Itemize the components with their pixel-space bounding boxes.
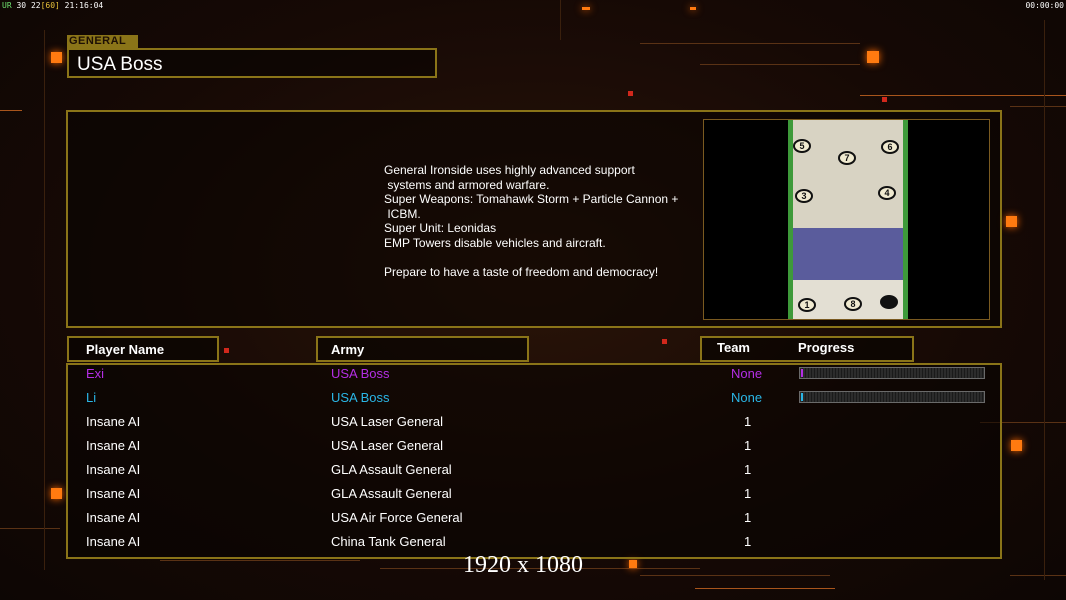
progress-bar <box>799 367 985 379</box>
player-name: Insane AI <box>86 534 141 549</box>
map-preview[interactable]: 5 7 6 3 4 1 8 <box>703 119 990 320</box>
player-army: USA Laser General <box>331 414 444 429</box>
player-team: None <box>731 390 763 405</box>
start-position-8[interactable]: 8 <box>844 297 862 311</box>
frame-value: 22 <box>30 1 41 10</box>
player-team: 1 <box>744 534 752 549</box>
start-position-2[interactable] <box>880 295 898 309</box>
progress-fill <box>801 393 803 401</box>
header-player-name: Player Name <box>86 342 165 357</box>
fps-value: 30 <box>16 1 27 10</box>
player-name: Insane AI <box>86 486 141 501</box>
start-position-6[interactable]: 6 <box>881 140 899 154</box>
player-name: Insane AI <box>86 414 141 429</box>
general-description: General Ironside uses highly advanced su… <box>384 163 679 279</box>
system-clock: 21:16:04 <box>64 1 104 10</box>
player-name: Insane AI <box>86 510 141 525</box>
player-army: GLA Assault General <box>331 486 452 501</box>
start-position-1[interactable]: 1 <box>798 298 816 312</box>
target-fps: [60] <box>40 1 60 10</box>
start-position-5[interactable]: 5 <box>793 139 811 153</box>
header-army: Army <box>331 342 365 357</box>
map-water <box>788 228 908 280</box>
player-team: 1 <box>744 438 752 453</box>
player-name: Li <box>86 390 97 405</box>
game-clock: 00:00:00 <box>1025 1 1064 10</box>
resolution-label: 1920 x 1080 <box>463 552 583 578</box>
header-team: Team <box>717 340 750 355</box>
player-name: Insane AI <box>86 462 141 477</box>
player-team: 1 <box>744 510 752 525</box>
general-tag: GENERAL <box>67 35 138 48</box>
player-army: USA Boss <box>331 366 390 381</box>
header-progress: Progress <box>798 340 855 355</box>
progress-fill <box>801 369 803 377</box>
map-tree-line-right <box>903 120 908 319</box>
fps-readout: UR 30 22[60] 21:16:04 <box>2 1 103 10</box>
player-team: 1 <box>744 486 752 501</box>
player-team: None <box>731 366 763 381</box>
general-name-box: USA Boss <box>67 48 437 78</box>
progress-bar <box>799 391 985 403</box>
player-army: GLA Assault General <box>331 462 452 477</box>
player-army: USA Air Force General <box>331 510 463 525</box>
player-name: Exi <box>86 366 105 381</box>
start-position-7[interactable]: 7 <box>838 151 856 165</box>
player-team: 1 <box>744 414 752 429</box>
start-position-3[interactable]: 3 <box>795 189 813 203</box>
general-name: USA Boss <box>77 54 163 75</box>
start-position-4[interactable]: 4 <box>878 186 896 200</box>
fps-label: UR <box>2 1 12 10</box>
player-name: Insane AI <box>86 438 141 453</box>
player-army: USA Laser General <box>331 438 444 453</box>
map-tree-line-left <box>788 120 793 319</box>
player-army: USA Boss <box>331 390 390 405</box>
player-army: China Tank General <box>331 534 446 549</box>
player-team: 1 <box>744 462 752 477</box>
